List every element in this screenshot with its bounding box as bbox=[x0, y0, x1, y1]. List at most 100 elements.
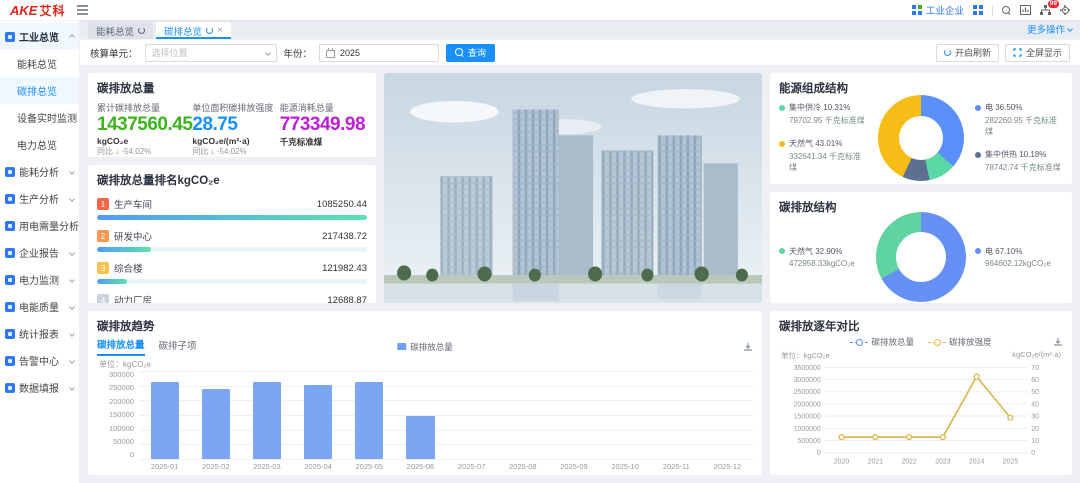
trend-tab-subitems[interactable]: 碳排子项 bbox=[159, 338, 197, 355]
pie-legend-item: 天然气 43.01% 332641.34 千克标准煤 bbox=[779, 138, 867, 173]
sidebar-subitem-0-2[interactable]: 设备实时监测 bbox=[0, 104, 79, 131]
pie-legend-item: 集中供冷 10.31% 79702.95 千克标准煤 bbox=[779, 102, 867, 126]
metric-value: 28.75 bbox=[192, 114, 279, 136]
svg-text:0: 0 bbox=[1031, 450, 1035, 457]
year-value: 2025 bbox=[340, 48, 360, 58]
more-actions-link[interactable]: 更多操作 bbox=[1027, 22, 1072, 39]
ranking-row: 3 综合楼 121982.43 bbox=[97, 261, 367, 284]
tab-energy-overview[interactable]: 能耗总览 bbox=[88, 22, 153, 39]
logo-name: 艾科 bbox=[39, 2, 65, 19]
rank-value: 12688.87 bbox=[327, 295, 367, 304]
industry-icon bbox=[5, 32, 15, 42]
metric-1: 单位面积碳排放强度 28.75 kgCO₂e/(m²·a) 同比 ↓ -54.0… bbox=[192, 101, 279, 157]
ranking-row: 4 动力厂房 12688.87 bbox=[97, 293, 367, 303]
metric-0: 累计碳排放总量 1437560.45 kgCO₂e 同比 ↓ -54.02% bbox=[97, 101, 192, 157]
search-button[interactable]: 查询 bbox=[446, 44, 495, 62]
card-title: 碳排放趋势 bbox=[97, 318, 753, 334]
rank-name: 生产车间 bbox=[114, 197, 152, 211]
svg-text:3000000: 3000000 bbox=[794, 377, 821, 384]
svg-text:3500000: 3500000 bbox=[794, 365, 821, 372]
yearly-compare-card: 碳排放逐年对比 碳排放总量 碳排放强度 单位：kgCO₂e bbox=[770, 311, 1072, 475]
svg-text:2023: 2023 bbox=[935, 459, 951, 466]
bar-column bbox=[190, 371, 241, 459]
workspace-label: 工业企业 bbox=[926, 3, 964, 17]
legend-dot bbox=[779, 248, 785, 254]
sidebar-item-6[interactable]: 电能质量 bbox=[0, 293, 79, 320]
bar-column bbox=[139, 371, 190, 459]
tab-carbon-overview[interactable]: 碳排总览 × bbox=[156, 22, 231, 39]
bar-column bbox=[344, 371, 395, 459]
rank-name: 研发中心 bbox=[114, 229, 152, 243]
svg-text:2000000: 2000000 bbox=[794, 401, 821, 408]
sidebar-item-7[interactable]: 统计报表 bbox=[0, 320, 79, 347]
bar bbox=[202, 389, 230, 459]
legend-intensity[interactable]: 碳排放强度 bbox=[928, 336, 992, 348]
dashboard-icon[interactable] bbox=[1020, 5, 1031, 15]
app-launcher-icon[interactable] bbox=[973, 5, 983, 15]
sidebar-item-0[interactable]: 工业总览 bbox=[0, 23, 79, 50]
bar-column bbox=[702, 371, 753, 459]
metric-label: 能源消耗总量 bbox=[280, 101, 367, 114]
sidebar-item-5[interactable]: 电力监测 bbox=[0, 266, 79, 293]
close-tab-icon[interactable]: × bbox=[217, 26, 223, 36]
sidebar-subitem-0-3[interactable]: 电力总览 bbox=[0, 131, 79, 158]
rank-name: 动力厂房 bbox=[114, 293, 152, 303]
rank-value: 121982.43 bbox=[322, 263, 367, 274]
sidebar-subitem-0-0[interactable]: 能耗总览 bbox=[0, 50, 79, 77]
line-marker-icon bbox=[928, 338, 946, 347]
sidebar-subitem-0-1[interactable]: 碳排总览 bbox=[0, 77, 79, 104]
line-marker-icon bbox=[850, 338, 868, 347]
ranking-row: 1 生产车间 1085250.44 bbox=[97, 197, 367, 220]
statistics-icon bbox=[5, 329, 15, 339]
building-photo bbox=[384, 73, 762, 303]
legend-dot bbox=[779, 105, 785, 111]
notification-badge: 99 bbox=[1048, 0, 1059, 8]
rank-value: 1085250.44 bbox=[317, 199, 367, 210]
metric-label: 单位面积碳排放强度 bbox=[192, 101, 279, 114]
download-icon[interactable] bbox=[743, 342, 753, 352]
bar-column bbox=[293, 371, 344, 459]
svg-text:0: 0 bbox=[817, 450, 821, 457]
metric-2: 能源消耗总量 773349.98 千克标准煤 bbox=[280, 101, 367, 157]
trend-tab-total[interactable]: 碳排放总量 bbox=[97, 337, 145, 356]
auto-refresh-button[interactable]: 开启刷新 bbox=[936, 44, 999, 62]
sidebar-item-1[interactable]: 能耗分析 bbox=[0, 158, 79, 185]
org-messages-icon[interactable]: 99 bbox=[1040, 5, 1051, 15]
workspace-switcher[interactable]: 工业企业 bbox=[912, 3, 964, 17]
refresh-tab-icon[interactable] bbox=[206, 27, 213, 34]
app-logo: AKE 艾科 bbox=[10, 2, 65, 19]
tab-label: 碳排总览 bbox=[164, 24, 202, 38]
svg-text:2500000: 2500000 bbox=[794, 389, 821, 396]
metric-unit: 千克标准煤 bbox=[280, 136, 367, 148]
sidebar-item-9[interactable]: 数据填报 bbox=[0, 374, 79, 401]
year-filter-label: 年份： bbox=[284, 46, 313, 60]
sidebar-collapse-icon[interactable] bbox=[77, 9, 88, 11]
pie-legend-right: 电 36.50% 282260.95 千克标准煤 集中供热 10.18% 787… bbox=[975, 102, 1063, 173]
year-picker[interactable]: 2025 bbox=[319, 44, 439, 62]
search-icon[interactable] bbox=[1002, 6, 1011, 15]
svg-text:70: 70 bbox=[1031, 365, 1039, 372]
refresh-tab-icon[interactable] bbox=[138, 27, 145, 34]
bar bbox=[355, 382, 383, 459]
svg-text:40: 40 bbox=[1031, 401, 1039, 408]
download-icon[interactable] bbox=[1053, 337, 1063, 347]
pie-legend-item: 电 67.10% 964602.12kgCO₂e bbox=[975, 246, 1063, 268]
donut-chart bbox=[876, 212, 966, 302]
svg-text:10: 10 bbox=[1031, 438, 1039, 445]
energy-structure-card: 能源组成结构 集中供冷 10.31% 79702.95 千克标准煤 天然气 43… bbox=[770, 73, 1072, 184]
unit-select[interactable]: 选择位置 bbox=[145, 44, 277, 62]
svg-text:2020: 2020 bbox=[834, 459, 850, 466]
pie-legend-item: 天然气 32.90% 472958.33kgCO₂e bbox=[779, 246, 867, 268]
sidebar-item-8[interactable]: 告警中心 bbox=[0, 347, 79, 374]
legend-dot bbox=[975, 248, 981, 254]
sidebar-item-2[interactable]: 生产分析 bbox=[0, 185, 79, 212]
settings-gear-icon[interactable] bbox=[1060, 5, 1070, 15]
fullscreen-label: 全屏显示 bbox=[1026, 46, 1062, 59]
fullscreen-button[interactable]: 全屏显示 bbox=[1005, 44, 1070, 62]
sidebar-item-4[interactable]: 企业报告 bbox=[0, 239, 79, 266]
pie-legend-left: 集中供冷 10.31% 79702.95 千克标准煤 天然气 43.01% 33… bbox=[779, 102, 867, 173]
logo-brand: AKE bbox=[10, 3, 37, 18]
legend-total[interactable]: 碳排放总量 bbox=[850, 336, 914, 348]
alarm-icon bbox=[5, 356, 15, 366]
sidebar-item-3[interactable]: 用电需量分析 bbox=[0, 212, 79, 239]
